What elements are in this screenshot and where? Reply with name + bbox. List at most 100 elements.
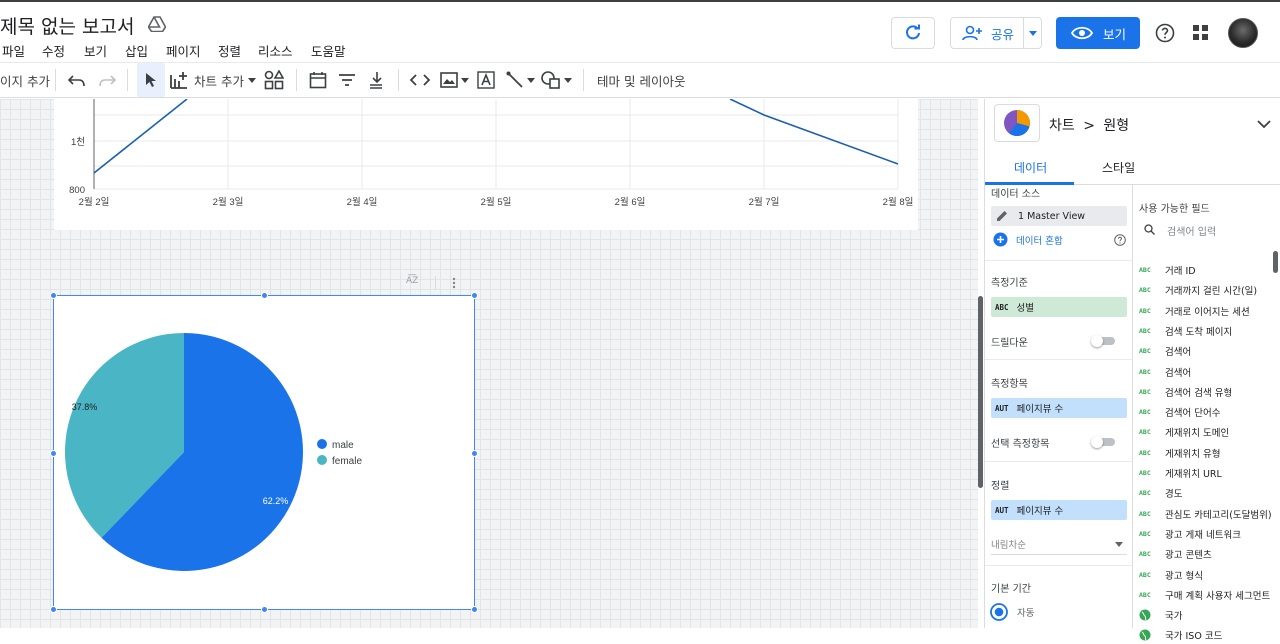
field-item[interactable]: ABC 광고 게재 네트워크: [1139, 525, 1241, 543]
field-item[interactable]: ABC 검색어: [1139, 363, 1191, 381]
data-control-icon: [370, 72, 382, 89]
sort-field-chip[interactable]: AUT 페이지뷰 수: [991, 500, 1127, 520]
field-search-placeholder: 검색어 입력: [1167, 227, 1217, 238]
more-vert-icon[interactable]: [452, 277, 456, 289]
field-item[interactable]: ABC 검색어 검색 유형: [1139, 383, 1232, 401]
resize-handle[interactable]: [261, 292, 268, 299]
radio-checked-icon: [990, 603, 1008, 621]
menu-edit[interactable]: 수정: [42, 41, 65, 60]
field-search-input[interactable]: 검색어 입력: [1139, 221, 1274, 239]
menu-page[interactable]: 페이지: [166, 41, 201, 60]
drilldown-toggle[interactable]: [1091, 335, 1115, 347]
field-item[interactable]: ABC 거래 ID: [1139, 261, 1196, 279]
field-item[interactable]: 국가 ISO 코드: [1139, 626, 1222, 644]
data-control-button[interactable]: [367, 63, 385, 97]
caret-down-icon: [247, 77, 256, 83]
caret-down-icon[interactable]: [1029, 31, 1037, 36]
field-item[interactable]: ABC 경도: [1139, 484, 1182, 502]
shape-button[interactable]: [541, 63, 572, 97]
field-item[interactable]: ABC 광고 콘텐츠: [1139, 545, 1212, 563]
field-item[interactable]: ABC 검색어: [1139, 342, 1191, 360]
resize-handle[interactable]: [50, 450, 57, 457]
data-source-chip[interactable]: 1 Master View: [991, 206, 1127, 226]
tab-style[interactable]: 스타일: [1102, 159, 1135, 176]
y-tick-label: 800: [69, 185, 85, 196]
field-item[interactable]: ABC 광고 형식: [1139, 566, 1203, 584]
calendar-icon: [309, 72, 327, 89]
resize-handle[interactable]: [261, 606, 268, 613]
cursor-icon: [146, 73, 156, 87]
canvas-scrollbar[interactable]: [978, 296, 983, 488]
pencil-icon[interactable]: [995, 209, 1009, 223]
drive-icon[interactable]: [148, 16, 166, 32]
field-item[interactable]: ABC 게재위치 URL: [1139, 464, 1222, 482]
help-icon[interactable]: [1114, 234, 1126, 246]
resize-handle[interactable]: [471, 450, 478, 457]
add-page-button[interactable]: 이지 추가: [0, 63, 50, 97]
view-label: 보기: [1103, 26, 1127, 42]
resize-handle[interactable]: [471, 606, 478, 613]
blend-data-link[interactable]: 데이터 혼합: [993, 232, 1063, 247]
select-tool-button[interactable]: [137, 63, 165, 97]
chart-type-picker[interactable]: [994, 104, 1040, 142]
field-item[interactable]: ABC 검색 도착 페이지: [1139, 322, 1232, 340]
community-viz-button[interactable]: [264, 63, 284, 97]
dimension-chip[interactable]: ABC 성별: [991, 297, 1127, 317]
field-item[interactable]: ABC 거래까지 걸린 시간(일): [1139, 281, 1257, 299]
date-range-auto-option[interactable]: 자동: [990, 603, 1034, 621]
line-chart[interactable]: 1천 800 2월 2일 2월 3일 2월 4일 2월 5일 2월 6일 2월 …: [54, 99, 918, 230]
field-list-scrollbar[interactable]: [1273, 251, 1278, 273]
field-type-badge: ABC: [1139, 266, 1151, 274]
avatar[interactable]: [1228, 18, 1258, 48]
field-item[interactable]: ABC 게재위치 도메인: [1139, 423, 1229, 441]
field-item[interactable]: ABC 게재위치 유형: [1139, 444, 1220, 462]
menu-arrange[interactable]: 정렬: [218, 41, 241, 60]
menu-view[interactable]: 보기: [84, 41, 107, 60]
theme-layout-button[interactable]: 테마 및 레이아웃: [597, 63, 685, 97]
add-chart-button[interactable]: 차트 추가: [170, 63, 256, 97]
menu-insert[interactable]: 삽입: [125, 41, 148, 60]
undo-button[interactable]: [68, 63, 86, 97]
field-item[interactable]: ABC 거래로 이어지는 세션: [1139, 302, 1250, 320]
metric-name: 페이지뷰 수: [1016, 404, 1064, 415]
image-button[interactable]: [440, 63, 469, 97]
field-type-badge: ABC: [1139, 489, 1151, 498]
share-button[interactable]: 공유: [950, 17, 1042, 49]
date-range-control-button[interactable]: [309, 63, 327, 97]
embed-url-button[interactable]: [410, 63, 430, 97]
text-box-button[interactable]: [477, 63, 495, 97]
menu-help[interactable]: 도움말: [311, 41, 346, 60]
redo-button[interactable]: [98, 63, 116, 97]
legend-label[interactable]: male: [332, 440, 354, 451]
chevron-down-icon[interactable]: [1257, 117, 1271, 131]
pie-chart[interactable]: 62.2% 37.8% male female: [53, 295, 475, 610]
field-item-label: 거래 ID: [1165, 266, 1196, 277]
sort-az-icon[interactable]: A͞Z: [406, 276, 418, 286]
breadcrumb: 차트 > 원형: [1049, 115, 1129, 135]
resize-handle[interactable]: [471, 292, 478, 299]
menu-resources[interactable]: 리소스: [258, 41, 293, 60]
field-item[interactable]: 국가: [1139, 606, 1182, 624]
legend-label[interactable]: female: [332, 456, 362, 467]
tab-data[interactable]: 데이터: [1014, 159, 1047, 176]
help-icon[interactable]: [1155, 23, 1175, 43]
view-button[interactable]: 보기: [1056, 17, 1140, 49]
filter-control-button[interactable]: [338, 63, 356, 97]
optional-metrics-toggle[interactable]: [1091, 436, 1115, 448]
report-canvas[interactable]: 1천 800 2월 2일 2월 3일 2월 4일 2월 5일 2월 6일 2월 …: [0, 99, 978, 628]
shapes-icon: [541, 71, 560, 89]
menu-file[interactable]: 파일: [2, 41, 25, 60]
metric-chip[interactable]: AUT 페이지뷰 수: [991, 398, 1127, 418]
refresh-button[interactable]: [891, 17, 935, 49]
line-button[interactable]: [506, 63, 535, 97]
data-source-title: 데이터 소스: [991, 189, 1041, 200]
resize-handle[interactable]: [50, 292, 57, 299]
apps-grid-icon[interactable]: [1193, 25, 1209, 41]
field-item[interactable]: ABC 관심도 카테고리(도달범위): [1139, 505, 1272, 523]
field-item-label: 광고 게재 네트워크: [1165, 529, 1241, 541]
report-title[interactable]: 제목 없는 보고서: [0, 12, 134, 39]
sort-order-select[interactable]: 내림차순: [991, 533, 1127, 555]
field-item[interactable]: ABC 검색어 단어수: [1139, 403, 1220, 421]
resize-handle[interactable]: [50, 606, 57, 613]
field-item[interactable]: ABC 구매 계획 사용자 세그먼트: [1139, 586, 1270, 604]
